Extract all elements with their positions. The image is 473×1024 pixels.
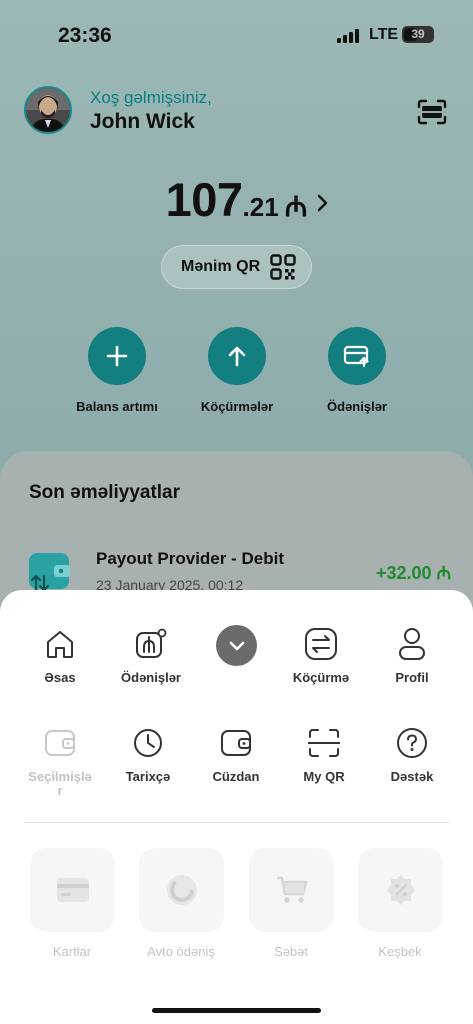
plus-icon [88, 327, 146, 385]
menu-label-payments: Ödənişlər [121, 670, 181, 685]
auto-pay-label: Avto ödəniş [147, 944, 215, 959]
balance-currency: ₼ [284, 191, 308, 222]
profile-icon [395, 627, 429, 661]
battery-icon: 39 [402, 26, 434, 43]
wallet-icon [219, 726, 253, 760]
chevron-right-icon[interactable] [312, 191, 332, 215]
signal-icon [337, 29, 359, 43]
payment-card-icon [328, 327, 386, 385]
cards-tile[interactable] [30, 848, 115, 932]
network-label: LTE [369, 26, 399, 43]
cards-label: Kartlar [52, 944, 92, 959]
cashback-icon [386, 875, 415, 905]
balance[interactable]: 107.21 ₼ [0, 172, 473, 227]
menu-item-wallet[interactable]: Cüzdan [191, 726, 281, 784]
chevron-down-icon [229, 641, 244, 650]
collapse-menu-button[interactable] [216, 625, 257, 666]
payments-label: Ödənişlər [327, 399, 387, 414]
help-icon [395, 726, 429, 760]
auto-pay-icon [166, 875, 197, 905]
top-up-button[interactable]: Balans artımı [67, 327, 167, 414]
cashback-label: Keşbek [378, 944, 422, 959]
menu-item-payments[interactable]: Ödənişlər [106, 627, 196, 685]
my-qr-button[interactable]: Mənim QR [161, 245, 312, 289]
auto-pay-tile[interactable] [139, 848, 224, 932]
menu-item-profile[interactable]: Profil [367, 627, 457, 685]
transfers-button[interactable]: Köçürmələr [187, 327, 287, 414]
greeting-text: Xoş gəlmişsiniz, [90, 88, 212, 107]
menu-label-my-qr: My QR [303, 769, 345, 784]
menu-label-home: Əsas [44, 670, 76, 685]
menu-label-history: Tarixçə [125, 769, 171, 784]
transfers-label: Köçürmələr [200, 399, 274, 414]
wallet-transaction-icon [29, 553, 70, 592]
menu-item-favorites[interactable]: Seçilmişlə r [15, 726, 105, 798]
menu-divider [24, 822, 449, 823]
home-icon [43, 627, 77, 661]
menu-item-home[interactable]: Əsas [15, 627, 105, 685]
menu-item-history[interactable]: Tarixçə [103, 726, 193, 784]
avatar[interactable] [24, 86, 72, 134]
card-icon [56, 878, 89, 902]
balance-integer: 107 [165, 173, 243, 226]
favorites-icon [43, 726, 77, 760]
qr-code-icon [270, 254, 296, 280]
menu-label-favorites: Seçilmişlə r [28, 769, 92, 798]
menu-label-support: Dəstək [390, 769, 434, 784]
menu-label-wallet: Cüzdan [212, 769, 260, 784]
menu-item-my-qr[interactable]: My QR [279, 726, 369, 784]
cart-tile[interactable] [249, 848, 334, 932]
top-up-label: Balans artımı [76, 399, 158, 414]
my-qr-label: Mənim QR [181, 258, 261, 275]
transaction-title[interactable]: Payout Provider - Debit [96, 549, 284, 569]
menu-item-transfer[interactable]: Köçürmə [276, 627, 366, 685]
cart-icon [276, 876, 307, 903]
status-time: 23:36 [58, 24, 112, 47]
arrow-up-icon [208, 327, 266, 385]
scan-button[interactable] [414, 95, 450, 129]
qr-scan-icon [307, 726, 341, 760]
user-name: John Wick [90, 110, 195, 133]
payments-button[interactable]: Ödənişlər [307, 327, 407, 414]
transfer-icon [304, 627, 338, 661]
payments-icon [134, 627, 168, 661]
menu-label-profile: Profil [395, 670, 429, 685]
menu-label-transfer: Köçürmə [292, 670, 350, 685]
transaction-amount: +32.00 ₼ [376, 563, 452, 583]
cart-label: Səbət [274, 944, 308, 959]
status-bar: 23:36 LTE 39 [0, 0, 473, 70]
cashback-tile[interactable] [358, 848, 443, 932]
menu-item-support[interactable]: Dəstək [367, 726, 457, 784]
battery-level: 39 [411, 27, 425, 41]
clock-icon [131, 726, 165, 760]
balance-decimal: .21 [242, 192, 279, 222]
recent-transactions-title: Son əməliyyatlar [29, 482, 181, 503]
home-indicator[interactable] [152, 1008, 321, 1013]
scan-icon [417, 99, 447, 125]
